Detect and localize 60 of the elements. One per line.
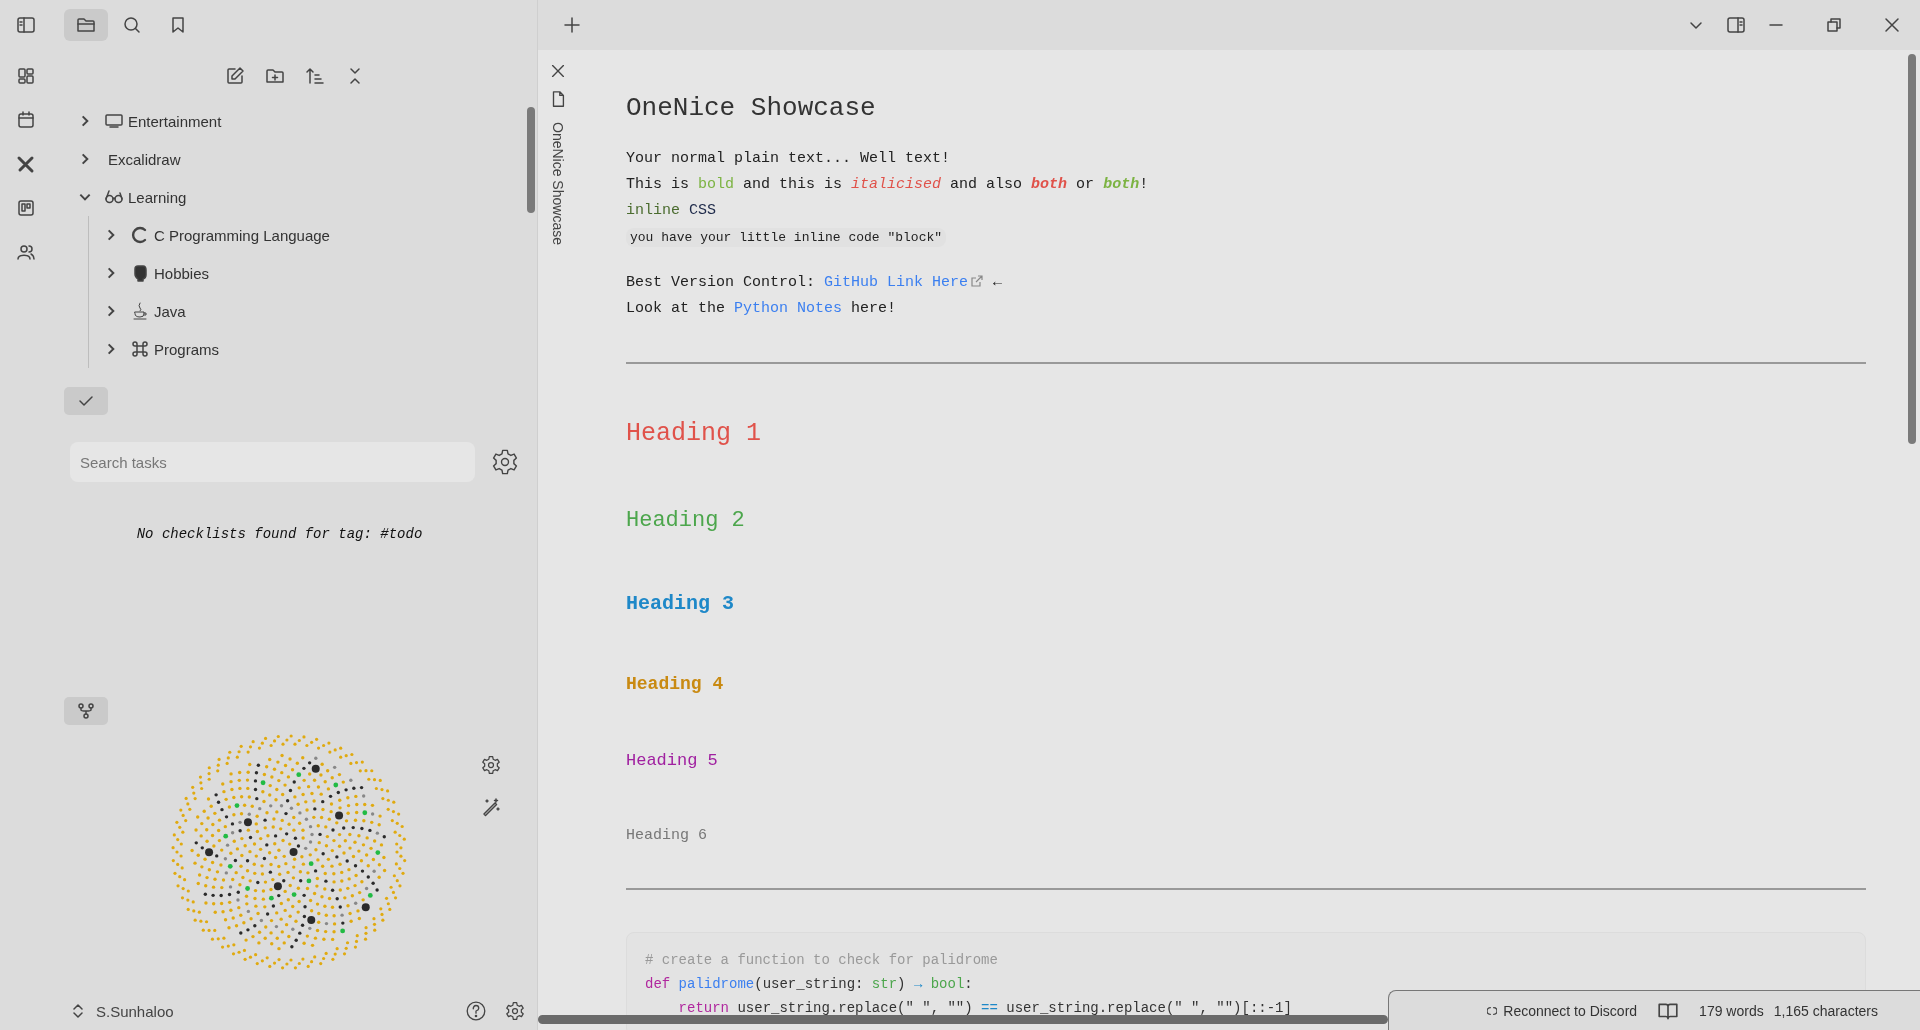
character-count: 1,165 characters: [1773, 1002, 1878, 1019]
close-icon[interactable]: [549, 62, 567, 80]
word-count: 179 words: [1699, 1002, 1764, 1019]
tab-title[interactable]: OneNice Showcase: [550, 122, 566, 245]
kanban-icon[interactable]: [16, 198, 36, 218]
magic-wand-icon[interactable]: [481, 797, 501, 817]
graph-nodes-icon: [76, 701, 96, 721]
heading: Heading 3: [626, 591, 736, 617]
note-title: OneNice Showcase: [626, 92, 877, 125]
folder-item[interactable]: Java: [104, 292, 186, 330]
text-line: This is bold and this is italicised and also both or both!: [626, 176, 1149, 193]
graph-view-button[interactable]: [64, 697, 108, 725]
folder-item[interactable]: Entertainment: [78, 102, 222, 140]
new-note-icon[interactable]: [224, 66, 245, 86]
scrollbar-thumb[interactable]: [538, 1015, 1388, 1024]
folder-icon[interactable]: [76, 15, 96, 35]
discord-status[interactable]: Reconnect to Discord: [1503, 1002, 1638, 1019]
heading: Heading 4: [626, 673, 725, 696]
heading: Heading 5: [626, 750, 719, 772]
graph-view-drawing[interactable]: [169, 732, 409, 972]
people-icon[interactable]: [16, 242, 36, 262]
heading: Heading 6: [626, 826, 708, 846]
folder-item[interactable]: Excalidraw: [78, 140, 181, 178]
restore-icon[interactable]: [1824, 15, 1844, 35]
folder-tab[interactable]: [64, 9, 108, 41]
sync-icon: [1487, 1005, 1498, 1016]
settings-icon[interactable]: [505, 1001, 525, 1021]
inline-code: you have your little inline code "block": [626, 228, 947, 247]
vault-switcher-icon[interactable]: [72, 1001, 84, 1021]
close-icon[interactable]: [1882, 15, 1902, 35]
heading: Heading 2: [626, 507, 746, 535]
scrollbar-thumb[interactable]: [527, 107, 535, 213]
folder-item[interactable]: Programs: [104, 330, 220, 368]
text-line: Look at the Python Notes here!: [626, 300, 897, 317]
search-tasks-field[interactable]: Search tasks: [70, 442, 475, 482]
text-line: Your normal plain text... Well text!: [626, 150, 951, 167]
external-link-icon: [970, 274, 985, 288]
search-icon[interactable]: [122, 15, 142, 35]
folder-item[interactable]: Hobbies: [104, 254, 210, 292]
settings-icon[interactable]: [481, 755, 501, 775]
vault-name[interactable]: S.Sunhaloo: [96, 1002, 453, 1020]
sort-icon[interactable]: [304, 66, 325, 86]
folder-item[interactable]: Learning: [78, 178, 187, 216]
new-tab-icon[interactable]: [562, 15, 582, 35]
dashboard-icon[interactable]: [16, 66, 36, 86]
command-key-icon: [130, 339, 150, 359]
text-line: inline CSS: [626, 202, 717, 219]
settings-icon[interactable]: [491, 448, 519, 476]
sidebar-toggle-icon[interactable]: [16, 15, 36, 35]
calendar-icon[interactable]: [16, 110, 36, 130]
help-icon[interactable]: [465, 1000, 487, 1022]
tools-icon[interactable]: [16, 154, 36, 174]
scrollbar-thumb[interactable]: [1908, 54, 1916, 444]
empty-tasks-message: No checklists found for tag: #todo: [135, 526, 424, 542]
sidebar-toggle-icon[interactable]: [1726, 15, 1746, 35]
folder-item[interactable]: C Programming Language: [104, 216, 330, 254]
heading: Heading 1: [626, 418, 763, 450]
text-line: Best Version Control: GitHub Link Here ←: [626, 274, 1003, 291]
new-folder-icon[interactable]: [264, 66, 285, 86]
monitor-icon: [104, 111, 124, 131]
